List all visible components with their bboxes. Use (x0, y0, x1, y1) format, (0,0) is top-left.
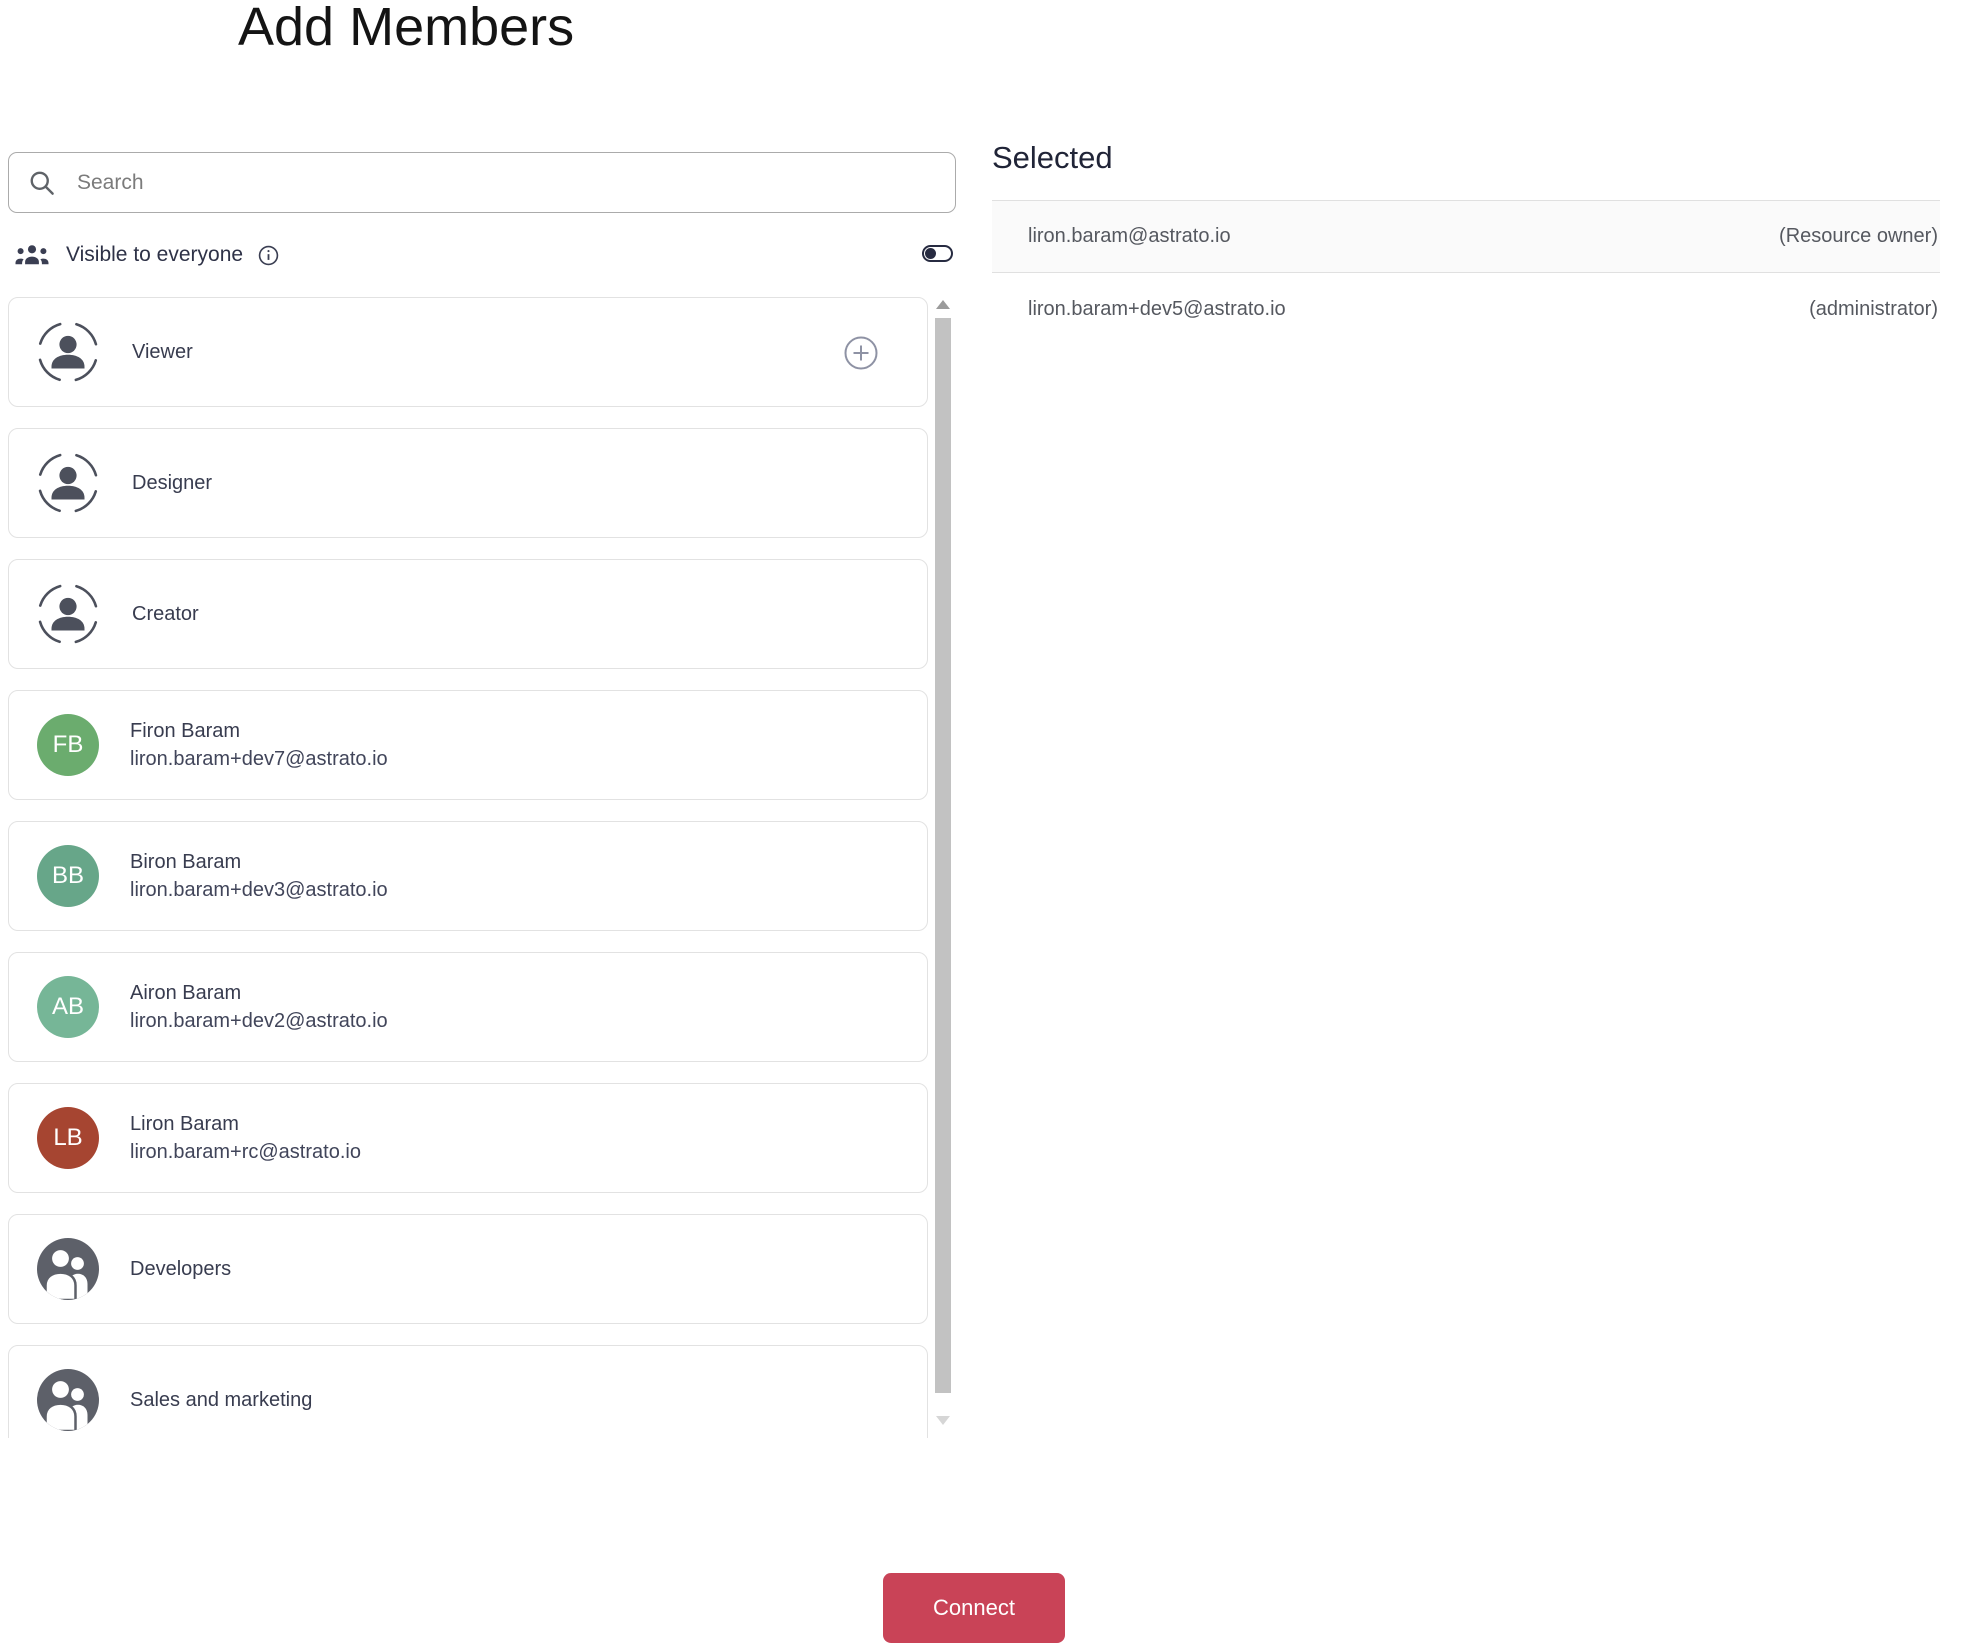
group-label: Sales and marketing (130, 1388, 313, 1411)
group-label: Developers (130, 1257, 232, 1280)
role-person-icon (37, 321, 99, 383)
scroll-up-arrow-icon[interactable] (936, 300, 950, 309)
role-person-icon (37, 452, 99, 514)
add-members-dialog: Add Members Visible to everyone (0, 0, 1973, 1651)
role-label: Designer (132, 471, 213, 494)
user-email: liron.baram+rc@astrato.io (130, 1141, 361, 1163)
list-item-user[interactable]: LB Liron Baram liron.baram+rc@astrato.io (8, 1083, 928, 1193)
add-plus-icon[interactable] (844, 336, 878, 370)
info-icon[interactable] (257, 244, 280, 267)
visibility-row: Visible to everyone (8, 238, 956, 272)
selected-role: (administrator) (1809, 297, 1938, 320)
avatar: BB (37, 845, 99, 907)
avatar: FB (37, 714, 99, 776)
toggle-knob (925, 248, 936, 259)
list-item-designer[interactable]: Designer (8, 428, 928, 538)
list-item-viewer[interactable]: Viewer (8, 297, 928, 407)
group-icon (37, 1238, 99, 1300)
role-label: Creator (132, 602, 199, 625)
selected-email: liron.baram@astrato.io (1028, 225, 1231, 247)
avatar: AB (37, 976, 99, 1038)
group-icon (37, 1369, 99, 1431)
user-name: Firon Baram (130, 720, 241, 742)
list-item-user[interactable]: FB Firon Baram liron.baram+dev7@astrato.… (8, 690, 928, 800)
user-email: liron.baram+dev2@astrato.io (130, 1010, 388, 1032)
list-item-user[interactable]: AB Airon Baram liron.baram+dev2@astrato.… (8, 952, 928, 1062)
visibility-toggle[interactable] (922, 245, 953, 262)
scrollbar-thumb[interactable] (935, 318, 951, 1393)
user-name: Biron Baram (130, 851, 242, 873)
role-label: Viewer (132, 340, 193, 363)
selected-row: liron.baram+dev5@astrato.io (administrat… (992, 273, 1940, 345)
selected-role: (Resource owner) (1779, 225, 1938, 247)
search-box[interactable] (8, 152, 956, 213)
visibility-label: Visible to everyone (66, 243, 244, 266)
user-name: Liron Baram (130, 1113, 239, 1135)
avatar: LB (37, 1107, 99, 1169)
list-item-creator[interactable]: Creator (8, 559, 928, 669)
connect-button[interactable]: Connect (883, 1573, 1065, 1643)
selected-email: liron.baram+dev5@astrato.io (1028, 297, 1286, 320)
search-icon (30, 171, 54, 195)
search-input[interactable] (77, 170, 937, 195)
list-item-group[interactable]: Sales and marketing (8, 1345, 928, 1438)
selected-panel: Selected liron.baram@astrato.io (Resourc… (992, 140, 1940, 345)
page-title: Add Members (238, 0, 575, 57)
user-name: Airon Baram (130, 982, 242, 1004)
selected-row: liron.baram@astrato.io (Resource owner) (992, 201, 1940, 273)
selected-list: liron.baram@astrato.io (Resource owner) … (992, 200, 1940, 345)
user-email: liron.baram+dev3@astrato.io (130, 879, 388, 901)
selected-heading: Selected (992, 140, 1113, 175)
groups-icon (15, 245, 49, 265)
role-person-icon (37, 583, 99, 645)
list-item-group[interactable]: Developers (8, 1214, 928, 1324)
list-scrollbar[interactable] (934, 292, 952, 1438)
scroll-down-arrow-icon[interactable] (936, 1416, 950, 1425)
members-list: Viewer Designer Creator FB Firon Baram l… (8, 292, 956, 1438)
list-item-user[interactable]: BB Biron Baram liron.baram+dev3@astrato.… (8, 821, 928, 931)
user-email: liron.baram+dev7@astrato.io (130, 748, 388, 770)
